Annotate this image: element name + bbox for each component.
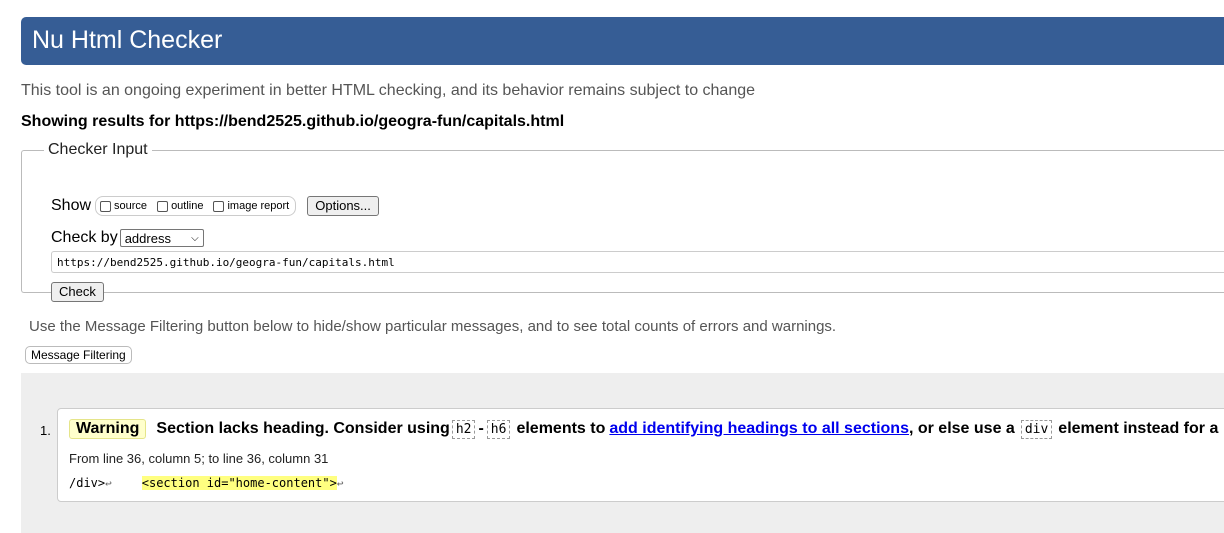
headings-help-link[interactable]: add identifying headings to all sections: [609, 420, 909, 438]
checkbox-label: image report: [227, 200, 290, 212]
checkbox-box[interactable]: [213, 200, 225, 212]
message-filtering-button[interactable]: Message Filtering: [25, 346, 132, 364]
check-by-row: Check by address ⌵: [51, 229, 204, 247]
line-feed-icon: ↩: [105, 477, 112, 490]
check-by-value: address: [124, 230, 171, 246]
url-input[interactable]: https://bend2525.github.io/geogra-fun/ca…: [51, 251, 1224, 273]
message-item: Warning Section lacks heading. Consider …: [57, 408, 1224, 502]
extract-before: /div>: [69, 476, 106, 490]
warning-badge: Warning: [69, 419, 147, 439]
show-options-group: source outline image report: [95, 196, 297, 216]
checkbox-label: source: [114, 200, 148, 212]
checker-input-fieldset: Checker Input Show source outline image …: [21, 141, 1224, 302]
message-text: Warning Section lacks heading. Consider …: [69, 419, 1218, 439]
code-dash: -: [478, 420, 484, 437]
show-outline-checkbox[interactable]: outline: [157, 200, 203, 212]
code-h2: h2: [451, 419, 476, 439]
options-button[interactable]: Options...: [307, 196, 379, 216]
checkbox-box[interactable]: [100, 200, 112, 212]
message-text-mid: elements to: [516, 420, 606, 437]
message-number: 1.: [40, 423, 51, 438]
check-by-label: Check by: [51, 229, 118, 246]
page-header: Nu Html Checker: [21, 17, 1224, 65]
source-extract: /div>↩ <section id="home-content">↩: [69, 476, 343, 490]
checker-input-legend: Checker Input: [48, 141, 148, 158]
checkbox-label: outline: [171, 200, 204, 212]
show-row: Show source outline image report Options…: [51, 196, 379, 216]
chevron-down-icon: ⌵: [191, 232, 199, 244]
line-feed-icon: ↩: [336, 477, 344, 490]
subtitle: This tool is an ongoing experiment in be…: [21, 82, 756, 99]
code-h6: h6: [486, 419, 511, 439]
check-button[interactable]: Check: [51, 282, 104, 302]
show-source-checkbox[interactable]: source: [100, 200, 147, 212]
results-for-heading: Showing results for https://bend2525.git…: [21, 113, 565, 130]
code-div: div: [1020, 419, 1053, 439]
show-label: Show: [51, 197, 92, 214]
message-location: From line 36, column 5; to line 36, colu…: [69, 451, 329, 466]
show-image-report-checkbox[interactable]: image report: [213, 200, 289, 212]
check-by-select[interactable]: address ⌵: [119, 229, 204, 247]
message-text-before: Section lacks heading. Consider using: [156, 420, 450, 437]
checkbox-box[interactable]: [157, 200, 169, 212]
filter-note: Use the Message Filtering button below t…: [29, 318, 837, 335]
page-title: Nu Html Checker: [32, 26, 223, 54]
message-text-end: element instead for a: [1058, 420, 1219, 437]
message-text-after: , or else use a: [908, 420, 1015, 437]
extract-highlight: <section id="home-content">: [141, 476, 337, 490]
